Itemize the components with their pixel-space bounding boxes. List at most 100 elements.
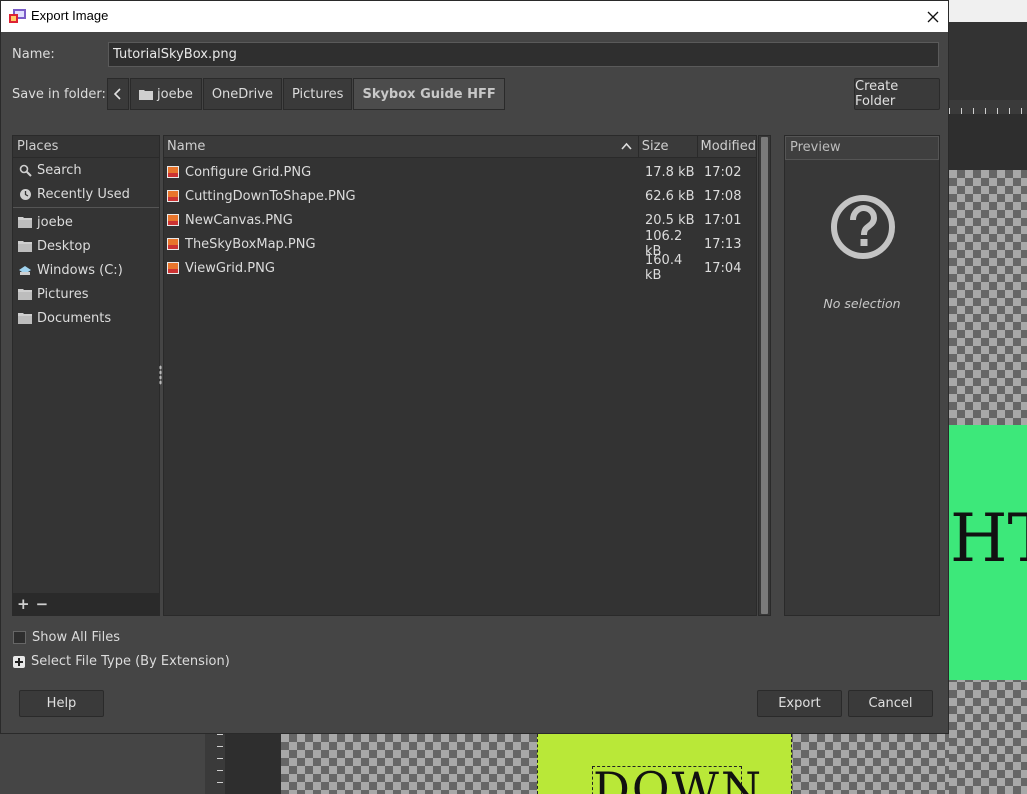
place-pictures[interactable]: Pictures	[13, 282, 159, 306]
file-name: ViewGrid.PNG	[185, 260, 275, 276]
close-button[interactable]	[918, 1, 948, 32]
column-header-size[interactable]: Size	[639, 136, 698, 158]
crumb-label: Pictures	[291, 86, 344, 102]
column-label: Name	[167, 139, 206, 154]
file-list-scrollbar[interactable]	[758, 135, 771, 616]
file-modified: 17:13	[704, 236, 742, 252]
canvas-layer-yellow: DOWN	[537, 734, 792, 794]
background-menubar	[949, 0, 1027, 22]
name-label: Name:	[12, 47, 55, 62]
file-size: 17.8 kB	[645, 164, 695, 180]
crumb-label: Skybox Guide HFF	[362, 86, 496, 102]
place-label: Pictures	[37, 286, 89, 302]
title-bar: Export Image	[1, 1, 948, 32]
file-modified: 17:01	[704, 212, 742, 228]
image-file-icon	[167, 262, 179, 274]
place-windows-c[interactable]: Windows (C:)	[13, 258, 159, 282]
column-header-modified[interactable]: Modified	[698, 136, 756, 158]
export-button[interactable]: Export	[757, 690, 842, 717]
background-dock	[0, 734, 205, 794]
preview-panel: Preview No selection	[784, 135, 940, 616]
preview-header: Preview	[785, 136, 939, 160]
help-button[interactable]: Help	[19, 690, 104, 717]
column-label: Size	[641, 139, 669, 154]
horizontal-ruler	[949, 100, 1027, 114]
question-mark-icon	[831, 195, 895, 259]
file-name: TheSkyBoxMap.PNG	[185, 236, 316, 252]
path-back-button[interactable]	[107, 78, 129, 110]
image-file-icon	[167, 190, 179, 202]
place-label: Search	[37, 162, 82, 178]
filename-input[interactable]	[108, 42, 939, 67]
place-documents[interactable]: Documents	[13, 306, 159, 330]
place-joebe[interactable]: joebe	[13, 210, 159, 234]
add-bookmark-button[interactable]: +	[17, 595, 30, 613]
file-size: 20.5 kB	[645, 212, 695, 228]
places-sidebar: Places Search Recently Used joebe Deskto…	[12, 135, 160, 616]
crumb-joebe[interactable]: joebe	[130, 78, 202, 110]
column-label: Modified	[700, 139, 756, 154]
file-name: CuttingDownToShape.PNG	[185, 188, 356, 204]
cancel-button[interactable]: Cancel	[848, 690, 933, 717]
file-list: Name Size Modified Configure Grid.PNG 17…	[163, 135, 757, 616]
select-file-type-expander[interactable]: Select File Type (By Extension)	[13, 654, 230, 669]
background-gutter	[949, 114, 1027, 170]
drive-icon	[19, 266, 31, 275]
place-recently-used[interactable]: Recently Used	[13, 182, 159, 206]
folder-icon	[18, 289, 32, 300]
place-label: Recently Used	[37, 186, 130, 202]
crumb-skybox-guide[interactable]: Skybox Guide HFF	[353, 78, 505, 110]
file-modified: 17:02	[704, 164, 742, 180]
places-separator	[13, 207, 159, 208]
background-toolbar	[949, 22, 1027, 110]
pane-resize-handle[interactable]	[159, 365, 162, 385]
show-all-files-checkbox[interactable]: Show All Files	[13, 630, 120, 645]
folder-icon	[18, 313, 32, 324]
file-modified: 17:08	[704, 188, 742, 204]
expander-label: Select File Type (By Extension)	[31, 654, 230, 669]
expand-plus-icon	[13, 655, 25, 668]
folder-icon	[18, 217, 32, 228]
scrollbar-thumb[interactable]	[761, 137, 768, 614]
remove-bookmark-button[interactable]: −	[36, 595, 49, 613]
file-row[interactable]: ViewGrid.PNG 160.4 kB 17:04	[164, 253, 756, 283]
file-row[interactable]: Configure Grid.PNG 17.8 kB 17:02	[164, 160, 756, 184]
file-name: NewCanvas.PNG	[185, 212, 293, 228]
column-header-name[interactable]: Name	[164, 136, 639, 158]
export-image-dialog: Export Image Name: Save in folder: joebe…	[0, 0, 949, 734]
file-size: 160.4 kB	[645, 253, 683, 283]
search-icon	[19, 164, 32, 177]
place-desktop[interactable]: Desktop	[13, 234, 159, 258]
place-label: Desktop	[37, 238, 91, 254]
file-row[interactable]: CuttingDownToShape.PNG 62.6 kB 17:08	[164, 184, 756, 208]
checkbox-box	[13, 631, 26, 644]
sort-ascending-icon	[621, 142, 632, 150]
chevron-left-icon	[114, 88, 121, 100]
place-search[interactable]: Search	[13, 158, 159, 182]
close-icon	[927, 11, 939, 22]
place-label: joebe	[37, 214, 73, 230]
image-file-icon	[167, 214, 179, 226]
crumb-onedrive[interactable]: OneDrive	[202, 78, 282, 110]
file-size: 62.6 kB	[645, 188, 695, 204]
places-header: Places	[13, 136, 159, 158]
dialog-title: Export Image	[31, 8, 109, 23]
folder-icon	[18, 241, 32, 252]
image-file-icon	[167, 238, 179, 250]
file-list-header: Name Size Modified	[164, 136, 756, 158]
path-bar: joebe OneDrive Pictures Skybox Guide HFF	[107, 78, 505, 110]
file-modified: 17:04	[704, 260, 742, 276]
save-in-folder-label: Save in folder:	[12, 87, 106, 102]
create-folder-button[interactable]: Create Folder	[854, 78, 940, 110]
vertical-ruler	[205, 734, 225, 794]
checkbox-label: Show All Files	[32, 630, 120, 645]
place-label: Documents	[37, 310, 112, 326]
crumb-pictures[interactable]: Pictures	[282, 78, 353, 110]
file-name: Configure Grid.PNG	[185, 164, 312, 180]
preview-empty-text: No selection	[823, 296, 901, 311]
clock-icon	[19, 188, 31, 200]
place-label: Windows (C:)	[37, 262, 123, 278]
folder-icon	[139, 90, 153, 100]
canvas-text-bottom: DOWN	[593, 762, 764, 794]
places-footer: + −	[13, 593, 159, 615]
